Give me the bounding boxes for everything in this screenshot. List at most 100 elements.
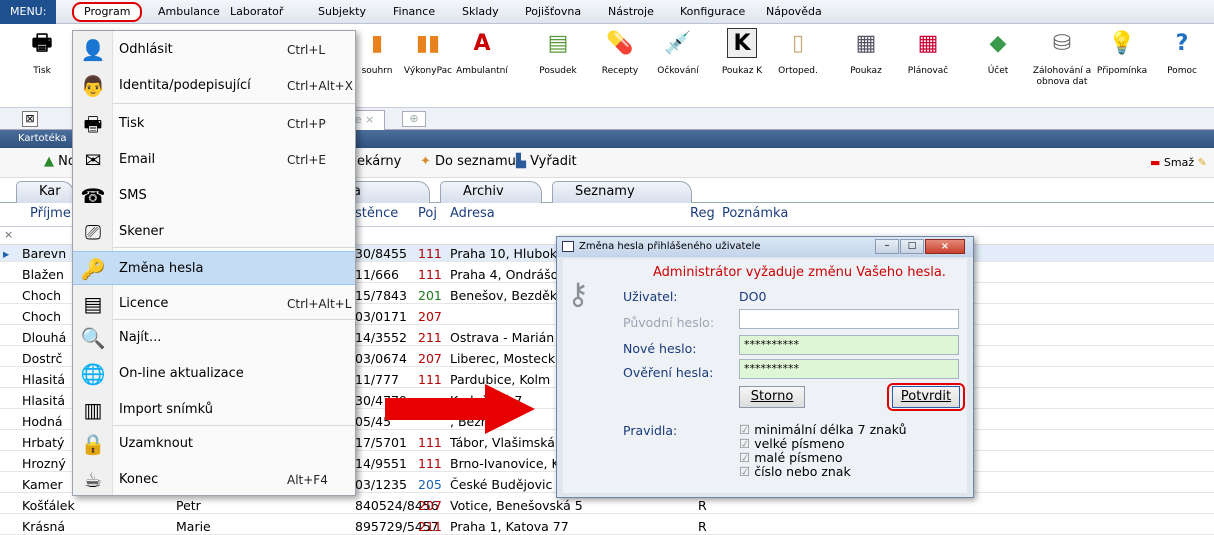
menu-item-email[interactable]: ✉ Email Ctrl+E (73, 143, 355, 177)
verify-password-field[interactable]: ********** (739, 359, 959, 379)
cell-birth-number: 03/1235 (355, 477, 407, 492)
toolbar-planovac-button[interactable]: ▦ Plánovač (896, 28, 960, 77)
vyradit-button[interactable]: ▙ Vyřadit (516, 154, 577, 169)
kartoteka-title: Kartotéka (18, 133, 67, 144)
column-header-poj[interactable]: Poj (418, 206, 437, 221)
menu-item-label: Email (119, 152, 156, 167)
column-header-prijmeni[interactable]: Příjmer (30, 206, 76, 221)
column-header-rc[interactable]: stěnce (355, 206, 398, 221)
toolbar-recepty-button[interactable]: 💊 Recepty (588, 28, 652, 77)
menubar-item-program[interactable]: Program (72, 2, 143, 22)
toolbar-label: Účet (987, 66, 1009, 76)
toolbar-ambulantni-button[interactable]: A Ambulantní (450, 28, 514, 77)
menu-item-shortcut: Ctrl+L (287, 43, 326, 57)
cell-surname: Hlasitá (22, 393, 66, 408)
menu-item-on-line-aktualizace[interactable]: 🌐 On-line aktualizace (73, 357, 355, 391)
column-header-reg[interactable]: Reg (690, 206, 715, 221)
cell-address: Brno-Ivanovice, K (450, 456, 560, 471)
rule-text: číslo nebo znak (754, 464, 851, 479)
form-icon: ▦ (855, 30, 877, 56)
menubar-item-laborator[interactable]: Laboratoř (230, 0, 283, 24)
do-seznamu-button[interactable]: ✦ Do seznamu (420, 154, 516, 169)
help-icon: ? (1175, 30, 1189, 56)
backup-icon: ⛁ (1052, 30, 1072, 56)
cell-address: Votice, Benešovská 5 (450, 498, 583, 513)
syringe-icon: 💉 (664, 30, 692, 56)
table-row[interactable]: Krásná Marie 895729/5457 211 Praha 1, Katova… (0, 518, 1214, 535)
calendar-icon: ▦ (917, 30, 939, 56)
clear-filter-icon[interactable]: × (4, 228, 13, 241)
pill-icon: 💊 (606, 30, 634, 56)
menu-item-identita-podepisuj-c[interactable]: 👨 Identita/podepisující Ctrl+Alt+X (73, 69, 355, 103)
toolbar-print-button[interactable]: 🖶 Tisk (10, 28, 74, 77)
toolbar-label: Recepty (601, 66, 639, 76)
checkbox-icon: ☑ (739, 436, 751, 451)
menu-item-sms[interactable]: ☎ SMS (73, 179, 355, 213)
toolbar-label: Ortoped. (778, 66, 818, 76)
toolbar-posudek-button[interactable]: ▤ Posudek (526, 28, 590, 77)
user-logout-icon: 👤 (80, 38, 106, 62)
toolbar-ortoped-button[interactable]: ▯ Ortoped. (766, 28, 830, 77)
menubar-item-nastroje[interactable]: Nástroje (608, 0, 654, 24)
letter-k-icon: K (727, 28, 757, 58)
menubar-item-konfigurace[interactable]: Konfigurace (680, 0, 745, 24)
cell-first-name: Petr (176, 498, 201, 513)
table-row[interactable]: Košťálek Petr 840524/8456 207 Votice, Benešo… (0, 497, 1214, 514)
menu-item-label: Skener (119, 224, 164, 239)
pencil-icon[interactable]: ✎ (1198, 156, 1207, 169)
cell-reg: R (698, 519, 707, 534)
menu-item-zm-na-hesla[interactable]: 🔑 Změna hesla (73, 251, 355, 285)
close-icon[interactable]: × (925, 239, 965, 254)
toolbar-pripominka-button[interactable]: 💡 Připomínka (1090, 28, 1154, 77)
cell-insurance: 211 (418, 519, 442, 534)
menu-item-licence[interactable]: ▤ Licence Ctrl+Alt+L (73, 287, 355, 321)
cancel-button[interactable]: Storno (739, 386, 805, 408)
delete-icon: ▬ (1150, 156, 1161, 169)
close-icon[interactable]: × (365, 113, 374, 126)
toolbar-backup-button[interactable]: ⛁ Zálohování a obnova dat (1030, 28, 1094, 88)
close-all-icon[interactable]: ⊠ (22, 111, 38, 127)
add-tab-icon[interactable]: ⊕ (402, 111, 426, 127)
new-password-field[interactable]: ********** (739, 335, 959, 355)
menubar-item-finance[interactable]: Finance (393, 0, 435, 24)
subtab-archiv[interactable]: Archiv (440, 181, 542, 203)
subtab-seznamy[interactable]: Seznamy (552, 181, 692, 203)
cell-birth-number: 17/5701 (355, 435, 407, 450)
menu-item-odhl-sit[interactable]: 👤 Odhlásit Ctrl+L (73, 33, 355, 67)
add-user-icon: ▲ (44, 154, 54, 169)
cell-surname: Košťálek (22, 498, 75, 513)
smaz-button[interactable]: ▬ Smaž ✎ (1150, 156, 1207, 169)
column-header-adresa[interactable]: Adresa (450, 206, 495, 221)
menu-item-tisk[interactable]: 🖶 Tisk Ctrl+P (73, 107, 355, 141)
license-icon: ▤ (83, 292, 103, 316)
toolbar-label: Zálohování a obnova dat (1032, 66, 1092, 87)
dialog-titlebar[interactable]: Změna hesla přihlášeného uživatele – □ × (557, 237, 973, 257)
menubar-item-ambulance[interactable]: Ambulance (158, 0, 220, 24)
menubar-item-pojistovna[interactable]: Pojišťovna (525, 0, 581, 24)
toolbar-ockovani-button[interactable]: 💉 Očkování (646, 28, 710, 77)
cell-insurance: 111 (418, 435, 442, 450)
toolbar-ucet-button[interactable]: ◆ Účet (966, 28, 1030, 77)
toolbar-poukaz-button[interactable]: ▦ Poukaz (834, 28, 898, 77)
letter-a-icon: A (473, 30, 491, 56)
menubar-item-sklady[interactable]: Sklady (462, 0, 499, 24)
column-header-poznamka[interactable]: Poznámka (722, 206, 788, 221)
menu-item-label: Najít... (119, 330, 162, 345)
maximize-icon[interactable]: □ (900, 239, 924, 254)
menubar-item-napoveda[interactable]: Nápověda (766, 0, 822, 24)
cell-reg: R (698, 498, 707, 513)
menubar-item-subjekty[interactable]: Subjekty (318, 0, 366, 24)
confirm-button[interactable]: Potvrdit (892, 386, 960, 408)
menu-item-naj-t[interactable]: 🔍 Najít... (73, 321, 355, 355)
toolbar-pomoc-button[interactable]: ? Pomoc (1150, 28, 1214, 77)
menu-item-skener[interactable]: ⎚ Skener (73, 215, 355, 249)
menu-item-import-sn-mk[interactable]: ▥ Import snímků (73, 393, 355, 427)
minimize-icon[interactable]: – (875, 239, 899, 254)
lekarny-button[interactable]: ekárny (357, 154, 401, 169)
old-password-field[interactable] (739, 309, 959, 329)
toolbar-poukazk-button[interactable]: K Poukaz K (710, 28, 774, 77)
menu-item-uzamknout[interactable]: 🔒 Uzamknout (73, 427, 355, 461)
menu-item-konec[interactable]: ☕ Konec Alt+F4 (73, 463, 355, 497)
chart-icon: ▮▮ (415, 30, 441, 56)
subtab-kartoteka[interactable]: Kar (16, 181, 74, 203)
